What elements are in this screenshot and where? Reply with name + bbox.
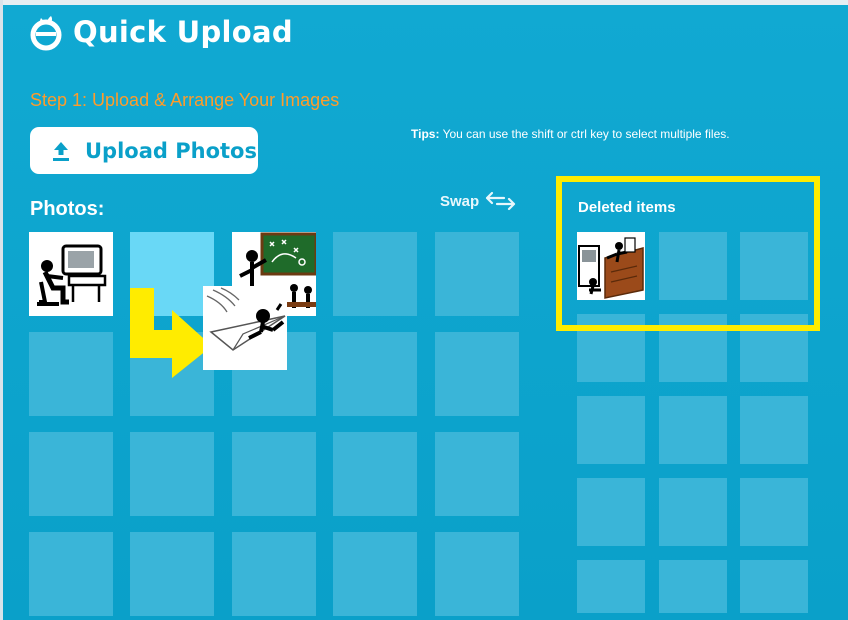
photo-slot[interactable] [29, 532, 113, 616]
photo-slot[interactable] [232, 532, 316, 616]
upload-photos-button[interactable]: Upload Photos [30, 127, 258, 174]
upload-photos-label: Upload Photos [85, 138, 257, 163]
photo-slot[interactable] [333, 532, 417, 616]
photo-slot[interactable] [130, 432, 214, 516]
photos-heading: Photos: [30, 198, 105, 220]
step-heading: Step 1: Upload & Arrange Your Images [30, 90, 340, 110]
person-at-computer-image[interactable] [29, 232, 113, 316]
upload-icon [53, 141, 69, 161]
tips-body: You can use the shift or ctrl key to sel… [439, 127, 730, 141]
photo-slot[interactable] [435, 232, 519, 316]
app-header: Quick Upload [27, 10, 293, 54]
swap-arrows-icon [486, 191, 516, 211]
photo-slot[interactable] [333, 232, 417, 316]
app-title: Quick Upload [73, 15, 293, 49]
photo-slot[interactable] [435, 332, 519, 416]
deleted-slot[interactable] [577, 396, 645, 464]
deleted-slot[interactable] [577, 478, 645, 546]
tips-prefix: Tips: [411, 127, 440, 141]
app-logo-icon [27, 13, 65, 51]
deleted-slot[interactable] [740, 560, 808, 613]
swap-button[interactable]: Swap [440, 191, 517, 211]
tips-text: Tips: You can use the shift or ctrl key … [411, 127, 730, 141]
photo-slot[interactable] [29, 432, 113, 516]
deleted-slot[interactable] [740, 478, 808, 546]
deleted-slot[interactable] [659, 478, 727, 546]
photo-slot[interactable] [333, 432, 417, 516]
photo-slot[interactable] [29, 332, 113, 416]
photo-slot[interactable] [232, 432, 316, 516]
photo-slot[interactable] [435, 532, 519, 616]
photo-slot[interactable] [435, 432, 519, 516]
drag-arrow-icon [130, 288, 212, 378]
deleted-items-heading: Deleted items [578, 199, 676, 216]
deleted-slot[interactable] [659, 396, 727, 464]
deleted-slot[interactable] [659, 560, 727, 613]
photo-slot[interactable] [130, 532, 214, 616]
deleted-slot[interactable] [577, 560, 645, 613]
photo-slot[interactable] [333, 332, 417, 416]
photo-slot[interactable] [29, 232, 113, 316]
swap-label: Swap [440, 192, 480, 210]
paper-airplane-image[interactable] [203, 286, 287, 370]
deleted-slot[interactable] [740, 396, 808, 464]
